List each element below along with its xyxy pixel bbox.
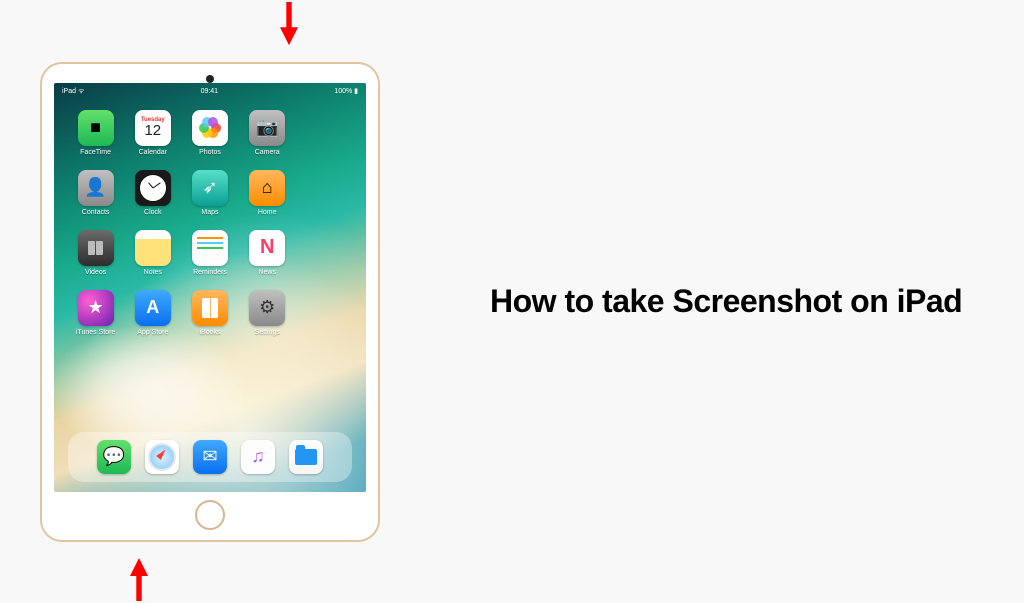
home-icon: ⌂ <box>249 170 285 206</box>
notes-icon <box>135 230 171 266</box>
app-maps[interactable]: ➶ Maps <box>186 170 233 216</box>
app-label: Reminders <box>193 269 227 276</box>
clock-icon <box>135 170 171 206</box>
app-news[interactable]: N News <box>244 230 291 276</box>
arrow-down-icon <box>280 2 298 45</box>
settings-icon: ⚙ <box>249 290 285 326</box>
app-label: Notes <box>144 269 162 276</box>
app-label: News <box>258 269 276 276</box>
ipad-device: iPad ᯤ 09:41 100% ▮ ■ FaceTime Tuesday12 Ca… <box>40 62 380 542</box>
dock-safari-icon[interactable] <box>145 440 179 474</box>
page-title: How to take Screenshot on iPad <box>490 283 984 320</box>
app-label: Contacts <box>82 209 110 216</box>
app-camera[interactable]: 📷 Camera <box>244 110 291 156</box>
contacts-icon: 👤 <box>78 170 114 206</box>
ipad-screen: iPad ᯤ 09:41 100% ▮ ■ FaceTime Tuesday12 Ca… <box>54 83 366 492</box>
app-label: Maps <box>201 209 218 216</box>
dock: 💬 ✉ ♫ <box>68 432 352 482</box>
status-time: 09:41 <box>201 88 219 95</box>
app-label: Videos <box>85 269 106 276</box>
status-battery: 100% ▮ <box>334 87 358 95</box>
status-left: iPad ᯤ <box>62 87 84 96</box>
app-contacts[interactable]: 👤 Contacts <box>72 170 119 216</box>
app-itunes[interactable]: ★ iTunes Store <box>72 290 119 336</box>
reminders-icon <box>192 230 228 266</box>
app-reminders[interactable]: Reminders <box>186 230 233 276</box>
app-calendar[interactable]: Tuesday12 Calendar <box>129 110 176 156</box>
app-home[interactable]: ⌂ Home <box>244 170 291 216</box>
news-icon: N <box>249 230 285 266</box>
app-ibooks[interactable]: iBooks <box>186 290 233 336</box>
status-bar: iPad ᯤ 09:41 100% ▮ <box>54 83 366 96</box>
maps-icon: ➶ <box>192 170 228 206</box>
calendar-icon: Tuesday12 <box>135 110 171 146</box>
arrow-up-icon <box>130 558 148 601</box>
photos-icon <box>192 110 228 146</box>
app-facetime[interactable]: ■ FaceTime <box>72 110 119 156</box>
dock-mail-icon[interactable]: ✉ <box>193 440 227 474</box>
calendar-date-label: 12 <box>144 123 161 138</box>
app-label: Home <box>258 209 277 216</box>
app-appstore[interactable]: A App Store <box>129 290 176 336</box>
page-container: iPad ᯤ 09:41 100% ▮ ■ FaceTime Tuesday12 Ca… <box>0 0 1024 603</box>
app-label: FaceTime <box>80 149 111 156</box>
dock-music-icon[interactable]: ♫ <box>241 440 275 474</box>
facetime-icon: ■ <box>78 110 114 146</box>
home-button[interactable] <box>195 500 225 530</box>
illustration-panel: iPad ᯤ 09:41 100% ▮ ■ FaceTime Tuesday12 Ca… <box>0 0 480 603</box>
app-label: Settings <box>255 329 280 336</box>
dock-files-icon[interactable] <box>289 440 323 474</box>
dock-messages-icon[interactable]: 💬 <box>97 440 131 474</box>
home-screen-grid: ■ FaceTime Tuesday12 Calendar Photos 📷 Camera 👤… <box>54 96 366 428</box>
videos-icon <box>78 230 114 266</box>
app-clock[interactable]: Clock <box>129 170 176 216</box>
app-label: Photos <box>199 149 221 156</box>
appstore-icon: A <box>135 290 171 326</box>
ipad-bezel: iPad ᯤ 09:41 100% ▮ ■ FaceTime Tuesday12 Ca… <box>42 64 378 540</box>
app-label: Clock <box>144 209 162 216</box>
app-label: Calendar <box>139 149 167 156</box>
app-notes[interactable]: Notes <box>129 230 176 276</box>
camera-icon: 📷 <box>249 110 285 146</box>
front-camera-icon <box>206 75 214 83</box>
itunes-icon: ★ <box>78 290 114 326</box>
app-videos[interactable]: Videos <box>72 230 119 276</box>
app-label: App Store <box>137 329 168 336</box>
app-label: iBooks <box>199 329 220 336</box>
app-label: iTunes Store <box>76 329 115 336</box>
app-photos[interactable]: Photos <box>186 110 233 156</box>
ibooks-icon <box>192 290 228 326</box>
app-settings[interactable]: ⚙ Settings <box>244 290 291 336</box>
text-panel: How to take Screenshot on iPad <box>480 283 1024 320</box>
app-label: Camera <box>255 149 280 156</box>
